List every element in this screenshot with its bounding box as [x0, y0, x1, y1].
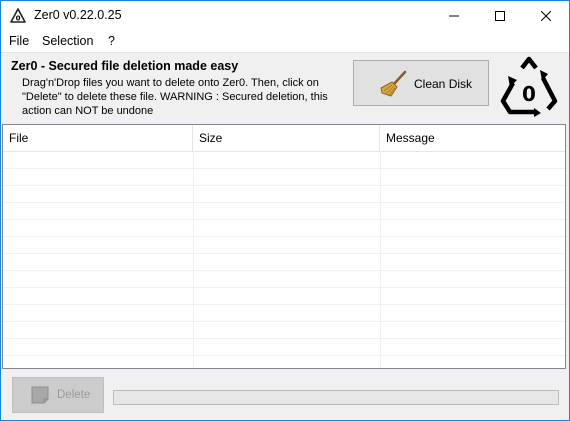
- menu-bar: File Selection ?: [1, 31, 569, 53]
- clean-disk-label: Clean Disk: [414, 77, 473, 91]
- grid-row-line: [3, 287, 565, 288]
- close-icon: [541, 11, 551, 21]
- minimize-button[interactable]: [431, 1, 477, 31]
- app-window: 0 Zer0 v0.22.0.25 File Selection ? Zer0 …: [0, 0, 570, 421]
- minimize-icon: [449, 15, 459, 17]
- page-title: Zer0 - Secured file deletion made easy: [11, 59, 239, 73]
- menu-selection[interactable]: Selection: [42, 34, 93, 48]
- grid-row-line: [3, 202, 565, 203]
- recycle-zero-icon: 0: [10, 8, 26, 24]
- menu-help[interactable]: ?: [108, 34, 115, 48]
- grid-column-line: [380, 151, 381, 368]
- column-message[interactable]: Message: [380, 125, 565, 151]
- column-size[interactable]: Size: [193, 125, 380, 151]
- grid-row-line: [3, 253, 565, 254]
- delete-label: Delete: [57, 389, 91, 401]
- title-bar[interactable]: 0 Zer0 v0.22.0.25: [1, 1, 569, 31]
- grid-row-line: [3, 355, 565, 356]
- close-button[interactable]: [523, 1, 569, 31]
- header-panel: Zer0 - Secured file deletion made easy D…: [1, 53, 569, 121]
- grid-row-line: [3, 321, 565, 322]
- grid-row-line: [3, 219, 565, 220]
- menu-file[interactable]: File: [9, 34, 29, 48]
- recycle-zero-logo: 0: [496, 56, 562, 118]
- window-title: Zer0 v0.22.0.25: [34, 8, 122, 22]
- clean-disk-button[interactable]: Clean Disk: [353, 60, 489, 106]
- grid-row-line: [3, 168, 565, 169]
- svg-text:0: 0: [16, 15, 21, 23]
- grid-row-line: [3, 236, 565, 237]
- column-file[interactable]: File: [3, 125, 193, 151]
- progress-bar: [113, 390, 559, 405]
- grid-column-line: [193, 151, 194, 368]
- broom-icon: [379, 69, 409, 99]
- grid-row-line: [3, 338, 565, 339]
- maximize-icon: [495, 11, 505, 21]
- instructions-text: Drag'n'Drop files you want to delete ont…: [22, 77, 328, 117]
- trash-icon: [30, 385, 50, 405]
- list-header: File Size Message: [3, 125, 565, 152]
- maximize-button[interactable]: [477, 1, 523, 31]
- grid-row-line: [3, 185, 565, 186]
- grid-row-line: [3, 270, 565, 271]
- file-list[interactable]: File Size Message: [2, 124, 566, 369]
- delete-button[interactable]: Delete: [12, 377, 104, 413]
- grid-row-line: [3, 304, 565, 305]
- logo-text: 0: [522, 82, 536, 106]
